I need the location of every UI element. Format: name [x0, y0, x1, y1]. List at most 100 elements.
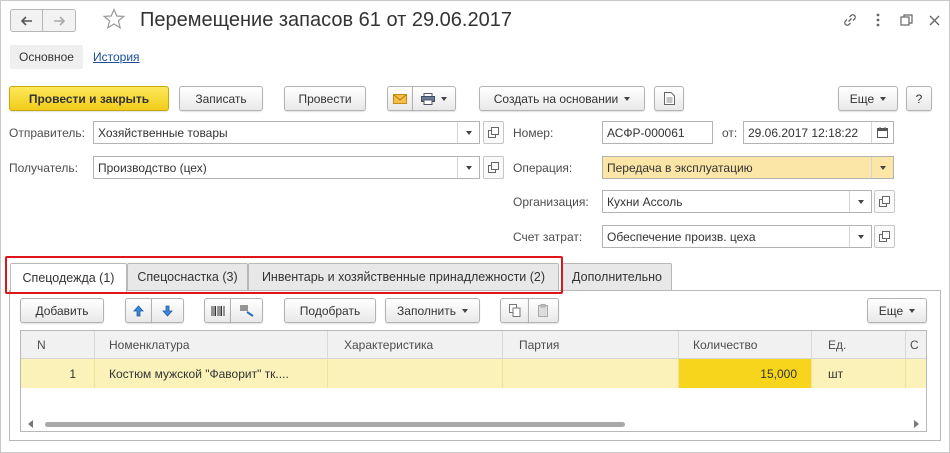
print-button[interactable]	[412, 86, 456, 111]
tab-special-equipment[interactable]: Спецоснастка (3)	[127, 263, 248, 290]
scanner-icon	[240, 305, 254, 317]
save-button[interactable]: Записать	[179, 86, 263, 111]
column-header-characteristic[interactable]: Характеристика	[328, 331, 503, 359]
sender-open-button[interactable]	[483, 121, 504, 144]
organization-open-button[interactable]	[874, 190, 895, 213]
row-number-cell[interactable]: 1	[21, 359, 95, 388]
operation-value: Передача в эксплуатацию	[607, 160, 753, 175]
arrow-down-icon	[162, 305, 173, 317]
chevron-down-icon	[857, 199, 864, 204]
paste-button[interactable]	[528, 298, 559, 323]
move-up-button[interactable]	[125, 298, 152, 323]
document-structure-button[interactable]	[654, 86, 684, 111]
barcode-button[interactable]	[204, 298, 231, 323]
link-icon[interactable]	[843, 13, 857, 27]
document-icon	[663, 92, 675, 105]
copy-icon	[508, 304, 520, 317]
sender-dropdown[interactable]	[457, 122, 479, 143]
star-icon[interactable]	[102, 7, 126, 31]
tab-workwear[interactable]: Спецодежда (1)	[10, 263, 127, 292]
copy-button[interactable]	[500, 298, 529, 323]
scrollbar-thumb[interactable]	[45, 422, 625, 427]
arrow-left-icon	[20, 15, 32, 26]
table-header: N Номенклатура Характеристика Партия Кол…	[21, 331, 926, 359]
scroll-left-icon[interactable]	[28, 420, 33, 428]
tab-additional[interactable]: Дополнительно	[562, 263, 672, 290]
cost-account-open-button[interactable]	[874, 225, 895, 248]
horizontal-scrollbar[interactable]	[21, 417, 926, 431]
chevron-down-icon	[624, 96, 631, 101]
row-extra-cell[interactable]	[906, 359, 926, 388]
row-item-cell[interactable]: Костюм мужской "Фаворит" тк....	[95, 359, 328, 388]
receiver-label: Получатель:	[9, 161, 78, 175]
calendar-icon	[877, 127, 888, 138]
email-button[interactable]	[387, 86, 413, 111]
scanner-button[interactable]	[230, 298, 263, 323]
section-history-link[interactable]: История	[93, 50, 140, 64]
barcode-icon	[211, 305, 224, 316]
column-header-quantity[interactable]: Количество	[679, 331, 812, 359]
column-header-unit[interactable]: Ед.	[812, 331, 906, 359]
row-batch-cell[interactable]	[503, 359, 679, 388]
fill-label: Заполнить	[397, 303, 456, 318]
chevron-down-icon	[461, 308, 468, 313]
create-based-on-button[interactable]: Создать на основании	[479, 86, 645, 111]
table-more-button[interactable]: Еще	[867, 298, 927, 323]
column-header-n[interactable]: N	[21, 331, 95, 359]
forward-button[interactable]	[43, 9, 76, 32]
row-unit-cell[interactable]: шт	[812, 359, 906, 388]
tab-inventory[interactable]: Инвентарь и хозяйственные принадлежности…	[248, 263, 559, 290]
row-characteristic-cell[interactable]	[328, 359, 503, 388]
table-row[interactable]: 1 Костюм мужской "Фаворит" тк.... 15,000…	[21, 359, 926, 388]
restore-icon[interactable]	[899, 13, 913, 27]
back-button[interactable]	[10, 9, 43, 32]
receiver-open-button[interactable]	[483, 156, 504, 179]
pick-button[interactable]: Подобрать	[284, 298, 376, 323]
organization-dropdown[interactable]	[849, 191, 871, 212]
fill-button[interactable]: Заполнить	[385, 298, 480, 323]
help-icon: ?	[915, 91, 923, 106]
receiver-value: Производство (цех)	[98, 160, 207, 175]
receiver-field[interactable]: Производство (цех)	[93, 156, 480, 179]
paste-icon	[537, 304, 548, 317]
cost-account-label: Счет затрат:	[513, 230, 583, 244]
open-form-icon	[488, 127, 499, 138]
add-row-button[interactable]: Добавить	[20, 298, 104, 323]
chevron-down-icon	[880, 96, 887, 101]
open-form-icon	[879, 196, 890, 207]
organization-field[interactable]: Кухни Ассоль	[602, 190, 872, 213]
operation-dropdown[interactable]	[871, 157, 893, 178]
post-and-close-button[interactable]: Провести и закрыть	[9, 86, 169, 111]
cost-account-dropdown[interactable]	[849, 226, 871, 247]
document-window: Перемещение запасов 61 от 29.06.2017 Осн…	[0, 0, 950, 453]
section-main-tab[interactable]: Основное	[10, 45, 83, 69]
more-actions-button[interactable]: Еще	[838, 86, 898, 111]
date-value: 29.06.2017 12:18:22	[748, 125, 859, 140]
cost-account-field[interactable]: Обеспечение произв. цеха	[602, 225, 872, 248]
operation-label: Операция:	[513, 161, 573, 175]
open-form-icon	[488, 162, 499, 173]
operation-field[interactable]: Передача в эксплуатацию	[602, 156, 894, 179]
kebab-menu-icon[interactable]	[871, 13, 885, 27]
date-field[interactable]: 29.06.2017 12:18:22	[743, 121, 894, 144]
close-icon[interactable]	[927, 13, 941, 27]
number-label: Номер:	[513, 126, 554, 140]
chevron-down-icon	[441, 96, 447, 101]
row-quantity-cell[interactable]: 15,000	[679, 359, 812, 388]
sender-field[interactable]: Хозяйственные товары	[93, 121, 480, 144]
receiver-dropdown[interactable]	[457, 157, 479, 178]
scroll-right-icon[interactable]	[914, 420, 919, 428]
number-field[interactable]: АСФР-000061	[602, 121, 713, 144]
sender-label: Отправитель:	[9, 126, 85, 140]
help-button[interactable]: ?	[906, 86, 932, 111]
create-based-on-label: Создать на основании	[493, 91, 619, 106]
more-label: Еще	[849, 91, 875, 106]
post-button[interactable]: Провести	[284, 86, 366, 111]
calendar-button[interactable]	[871, 122, 893, 143]
column-header-extra[interactable]: С	[906, 331, 926, 359]
column-header-item[interactable]: Номенклатура	[95, 331, 328, 359]
chevron-down-icon	[909, 308, 916, 313]
move-down-button[interactable]	[151, 298, 184, 323]
column-header-batch[interactable]: Партия	[503, 331, 679, 359]
arrow-right-icon	[54, 15, 65, 26]
